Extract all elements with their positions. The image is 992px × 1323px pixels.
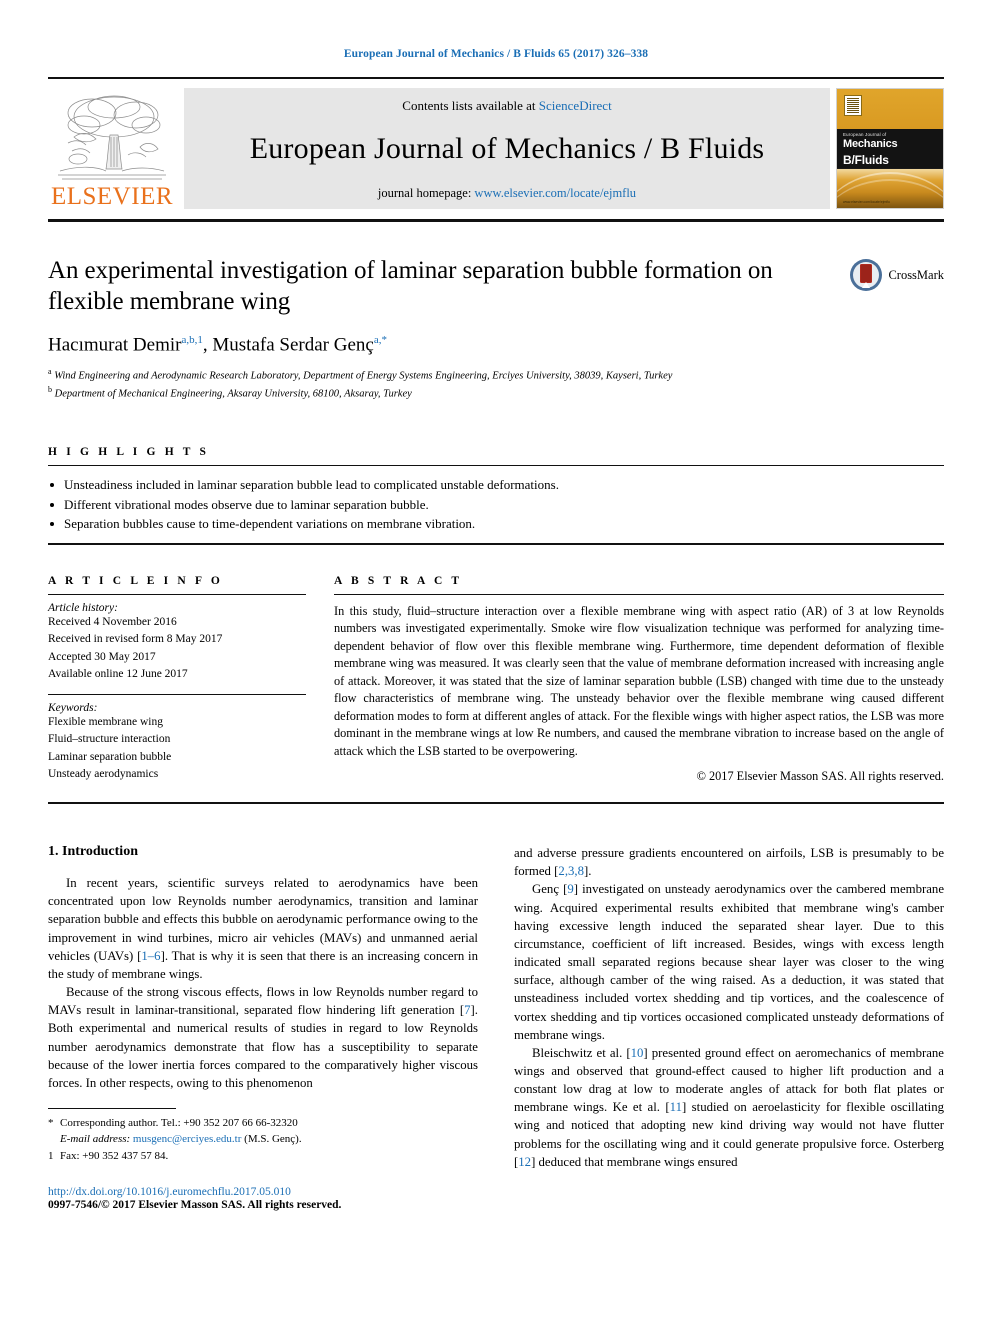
sciencedirect-link[interactable]: ScienceDirect (539, 98, 612, 113)
affiliation-a-mark: a (48, 367, 52, 377)
author-name-1: Hacımurat Demir (48, 334, 182, 356)
affiliation-list: a Wind Engineering and Aerodynamic Resea… (48, 366, 944, 401)
affiliation-b: b Department of Mechanical Engineering, … (48, 384, 944, 402)
citation-link[interactable]: 1–6 (141, 949, 160, 963)
footnote-corresponding: * Corresponding author. Tel.: +90 352 20… (48, 1115, 478, 1148)
cover-url: www.elsevier.com/locate/ejmflu (843, 200, 890, 204)
article-info-column: A R T I C L E I N F O Article history: R… (48, 575, 306, 784)
paragraph: and adverse pressure gradients encounter… (514, 846, 944, 879)
abstract-bottom-rule (48, 802, 944, 805)
paragraph: In recent years, scientific surveys rela… (48, 876, 478, 981)
article-history-item: Accepted 30 May 2017 (48, 650, 156, 663)
footnote-rule (48, 1107, 176, 1109)
cover-publisher-mark-icon (844, 95, 862, 116)
keyword-item: Unsteady aerodynamics (48, 767, 159, 780)
cover-journal-line3: B/Fluids (843, 153, 889, 168)
citation-link[interactable]: 7 (464, 1003, 470, 1017)
affiliation-b-mark: b (48, 385, 52, 395)
citation-link[interactable]: 2,3,8 (558, 864, 584, 878)
article-history-title: Article history: (48, 602, 118, 615)
author-name-2: Mustafa Serdar Genç (212, 334, 374, 356)
keyword-item: Fluid–structure interaction (48, 733, 171, 746)
body-column-left: 1. Introduction In recent years, scienti… (48, 844, 478, 1211)
highlights-heading: H I G H L I G H T S (48, 445, 210, 458)
article-info-heading: A R T I C L E I N F O (48, 575, 223, 588)
citation-link[interactable]: 10 (631, 1046, 644, 1060)
contents-line: Contents lists available at ScienceDirec… (402, 98, 611, 114)
journal-title: European Journal of Mechanics / B Fluids (249, 132, 765, 165)
highlights-bottom-rule (48, 543, 944, 546)
highlights-list: Unsteadiness included in laminar separat… (48, 466, 944, 543)
author-marks-1: a,b,1 (181, 334, 203, 346)
article-info-rule (48, 594, 306, 596)
abstract-copyright: © 2017 Elsevier Masson SAS. All rights r… (696, 769, 944, 784)
author-list: Hacımurat Demira,b,1, Mustafa Serdar Gen… (48, 334, 387, 356)
abstract-text: In this study, fluid–structure interacti… (334, 604, 944, 758)
keywords-title: Keywords: (48, 702, 98, 715)
email-link[interactable]: musgenc@erciyes.edu.tr (133, 1133, 241, 1145)
homepage-line: journal homepage: www.elsevier.com/locat… (378, 186, 636, 201)
section-heading-introduction: 1. Introduction (48, 844, 138, 860)
elsevier-logo: ELSEVIER (48, 88, 176, 209)
journal-masthead: ELSEVIER Contents lists available at Sci… (48, 77, 944, 222)
keyword-item: Flexible membrane wing (48, 716, 163, 729)
email-label: E-mail address: (60, 1133, 131, 1146)
title-block: CrossMark An experimental investigation … (48, 256, 944, 402)
abstract-column: A B S T R A C T In this study, fluid–str… (334, 575, 944, 784)
abstract-heading: A B S T R A C T (334, 575, 463, 588)
paragraph: Because of the strong viscous effects, f… (48, 985, 478, 1090)
issn-copyright: 0997-7546/© 2017 Elsevier Masson SAS. Al… (48, 1199, 342, 1212)
crossmark-badge[interactable]: CrossMark (849, 258, 944, 292)
affiliation-a: a Wind Engineering and Aerodynamic Resea… (48, 366, 944, 384)
page-title: An experimental investigation of laminar… (48, 257, 773, 315)
email-owner: (M.S. Genç). (244, 1133, 302, 1146)
footnote-corresponding-text: Corresponding author. Tel.: +90 352 207 … (60, 1116, 298, 1129)
journal-banner: Contents lists available at ScienceDirec… (184, 88, 830, 209)
citation-link[interactable]: 11 (670, 1100, 682, 1114)
affiliation-a-text: Wind Engineering and Aerodynamic Researc… (54, 370, 673, 382)
paper-page: European Journal of Mechanics / B Fluids… (0, 0, 992, 1323)
elsevier-wordmark: ELSEVIER (50, 183, 174, 210)
cover-journal-line1: European Journal of (843, 132, 887, 138)
footnote-one-marker: 1 (48, 1149, 54, 1162)
paragraph: Bleischwitz et al. [10] presented ground… (514, 1045, 944, 1169)
elsevier-tree-icon (58, 95, 166, 180)
keywords-rule (48, 694, 306, 696)
doi-link[interactable]: http://dx.doi.org/10.1016/j.euromechflu.… (48, 1186, 478, 1198)
article-history-item: Available online 12 June 2017 (48, 667, 188, 680)
citation-link[interactable]: 9 (567, 882, 573, 896)
footnote-asterisk-icon: * (48, 1116, 54, 1129)
body-column-right: and adverse pressure gradients encounter… (514, 844, 944, 1211)
crossmark-icon (850, 259, 883, 291)
homepage-prefix: journal homepage: (377, 186, 475, 200)
cover-journal-line2: Mechanics (843, 138, 898, 151)
footnote-fax: 1 Fax: +90 352 437 57 84. (48, 1148, 478, 1165)
contents-prefix: Contents lists available at (402, 98, 539, 113)
journal-homepage-link[interactable]: www.elsevier.com/locate/ejmflu (474, 186, 636, 200)
article-history-item: Received 4 November 2016 (48, 616, 177, 629)
crossmark-label: CrossMark (888, 267, 944, 282)
list-item: Separation bubbles cause to time-depende… (48, 514, 944, 534)
running-head: European Journal of Mechanics / B Fluids… (343, 48, 649, 60)
footnote-fax-text: Fax: +90 352 437 57 84. (60, 1149, 169, 1162)
citation-link[interactable]: 12 (518, 1155, 531, 1169)
list-item: Different vibrational modes observe due … (48, 495, 944, 515)
author-marks-2: a,* (373, 334, 387, 346)
list-item: Unsteadiness included in laminar separat… (48, 475, 944, 495)
info-abstract-wrap: A R T I C L E I N F O Article history: R… (48, 575, 944, 784)
affiliation-b-text: Department of Mechanical Engineering, Ak… (54, 388, 412, 400)
journal-cover-thumbnail: European Journal of Mechanics B/Fluids w… (836, 88, 944, 209)
keyword-item: Laminar separation bubble (48, 750, 172, 763)
abstract-rule (334, 594, 944, 596)
paragraph: Genç [9] investigated on unsteady aerody… (514, 882, 944, 1042)
article-history-item: Received in revised form 8 May 2017 (48, 633, 223, 646)
body-columns: 1. Introduction In recent years, scienti… (48, 844, 944, 1211)
